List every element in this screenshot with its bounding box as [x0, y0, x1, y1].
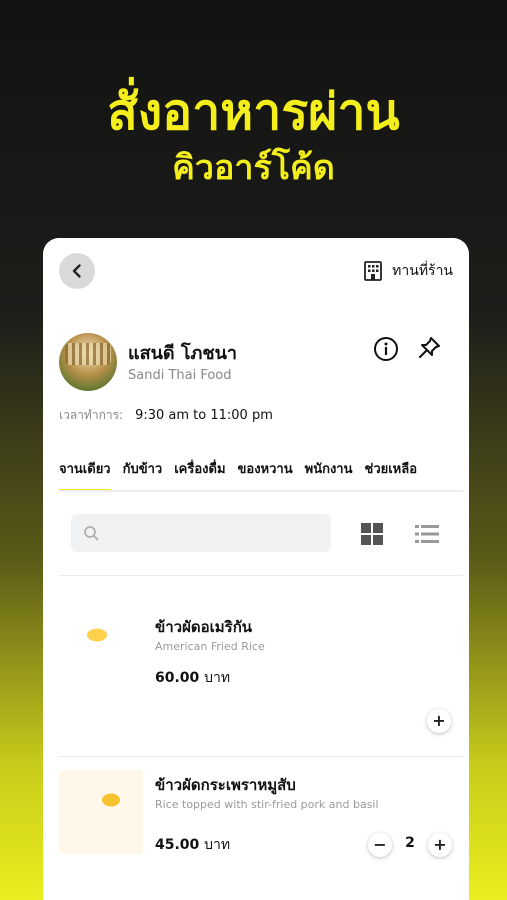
store-subtitle: Sandi Thai Food [128, 368, 232, 383]
menu-item-title: ข้าวผัดกระเพราหมูสับ [155, 776, 296, 794]
search-icon [84, 526, 99, 541]
food-image [59, 770, 143, 854]
hours-value: 9:30 am to 11:00 pm [135, 408, 273, 423]
quantity-value: 2 [405, 835, 415, 851]
hours-label: เวลาทำการ: [59, 408, 124, 422]
pin-icon[interactable] [416, 335, 442, 361]
food-image [59, 611, 143, 695]
building-icon [364, 261, 383, 281]
menu-card: ทานที่ร้าน แสนดี โภชนา Sandi Thai Food เ… [43, 238, 469, 900]
search-bar[interactable] [71, 514, 331, 552]
chevron-left-icon [72, 264, 81, 278]
store-avatar [59, 333, 117, 391]
dine-in-button[interactable]: ทานที่ร้าน [362, 258, 453, 284]
info-icon[interactable] [373, 336, 399, 362]
list-view-icon[interactable] [415, 523, 439, 545]
promo-headline: สั่งอาหารผ่าน [107, 83, 400, 141]
price-value: 45.00 [155, 837, 200, 853]
dine-in-label: ทานที่ร้าน [392, 263, 453, 279]
decrease-quantity-button[interactable]: − [368, 833, 392, 857]
promo-subline: คิวอาร์โค้ด [172, 148, 335, 188]
tab-help[interactable]: ช่วยเหลือ [365, 452, 418, 490]
menu-item-title: ข้าวผัดอเมริกัน [155, 618, 253, 636]
grid-view-icon[interactable] [361, 523, 383, 545]
menu-item-price: 45.00 บาท [155, 834, 230, 856]
tab-staff[interactable]: พนักงาน [305, 452, 353, 490]
divider [59, 575, 463, 576]
price-unit: บาท [204, 670, 231, 686]
increase-quantity-button[interactable]: + [428, 833, 452, 857]
menu-item-subtitle: American Fried Rice [155, 640, 265, 653]
tab-side-dishes[interactable]: กับข้าว [123, 452, 163, 490]
price-unit: บาท [204, 837, 231, 853]
opening-hours: เวลาทำการ: 9:30 am to 11:00 pm [59, 406, 273, 425]
back-button[interactable] [59, 253, 95, 289]
menu-item-subtitle: Rice topped with stir-fried pork and bas… [155, 798, 379, 811]
menu-item[interactable]: ข้าวผัดอเมริกัน American Fried Rice 60.0… [43, 598, 469, 748]
divider [59, 756, 463, 757]
menu-item-price: 60.00 บาท [155, 667, 230, 689]
tab-single-dish[interactable]: จานเดียว [59, 452, 111, 490]
tab-drinks[interactable]: เครื่องดื่ม [174, 452, 225, 490]
search-input[interactable] [109, 525, 309, 541]
store-name: แสนดี โภชนา [128, 343, 238, 364]
tab-desserts[interactable]: ของหวาน [238, 452, 293, 490]
add-button[interactable]: + [427, 709, 451, 733]
menu-item[interactable]: ข้าวผัดกระเพราหมูสับ Rice topped with st… [43, 758, 469, 900]
price-value: 60.00 [155, 670, 200, 686]
category-tabs: จานเดียว กับข้าว เครื่องดื่ม ของหวาน พนั… [59, 452, 463, 492]
